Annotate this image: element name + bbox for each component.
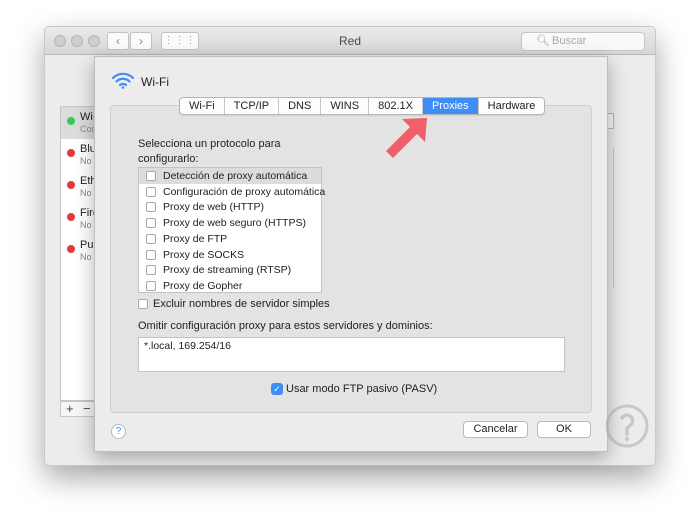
sheet-title: Wi-Fi bbox=[141, 75, 169, 89]
tab-hardware[interactable]: Hardware bbox=[479, 98, 545, 114]
protocol-row-http[interactable]: Proxy de web (HTTP) bbox=[139, 199, 321, 215]
network-item-ethernet[interactable]: Ethernet No conectado bbox=[61, 171, 94, 203]
protocol-label-text: Configuración de proxy automática bbox=[163, 185, 326, 198]
watermark-logo-icon bbox=[605, 404, 649, 448]
network-status: No conectado bbox=[80, 156, 94, 166]
network-item-thunderbolt[interactable]: Puente Thunderbolt No conectado bbox=[61, 235, 94, 267]
network-status: Conectado bbox=[80, 124, 94, 134]
network-item-bluetooth[interactable]: Bluetooth PAN No conectado bbox=[61, 139, 94, 171]
background-divider bbox=[608, 147, 614, 287]
add-service-button[interactable]: + bbox=[66, 401, 74, 416]
protocol-label-text: Proxy de Gopher bbox=[163, 279, 243, 292]
tab-proxies[interactable]: Proxies bbox=[422, 98, 479, 114]
tab-8021x[interactable]: 802.1X bbox=[369, 98, 423, 114]
protocol-label-text: Proxy de web seguro (HTTPS) bbox=[163, 217, 306, 230]
protocol-row-gopher[interactable]: Proxy de Gopher bbox=[139, 278, 321, 294]
protocol-row-https[interactable]: Proxy de web seguro (HTTPS) bbox=[139, 215, 321, 231]
protocol-list: Detección de proxy automática Configurac… bbox=[138, 167, 325, 294]
protocol-checkbox[interactable] bbox=[146, 202, 156, 213]
protocol-row-rtsp[interactable]: Proxy de streaming (RTSP) bbox=[139, 262, 321, 278]
protocol-label: Selecciona un protocolo para configurarl… bbox=[138, 138, 281, 165]
protocol-checkbox[interactable] bbox=[146, 186, 156, 197]
protocol-checkbox[interactable] bbox=[146, 265, 156, 276]
network-item-wifi[interactable]: Wi-Fi Conectado bbox=[61, 107, 94, 139]
proxies-sheet: Wi-Fi Wi-Fi TCP/IP DNS WINS 802.1X Proxi… bbox=[94, 56, 608, 452]
tab-wifi[interactable]: Wi-Fi bbox=[180, 98, 225, 114]
tab-dns[interactable]: DNS bbox=[279, 98, 322, 114]
network-name: FireWire bbox=[80, 207, 94, 219]
remove-service-button[interactable]: − bbox=[83, 401, 91, 416]
network-name: Bluetooth PAN bbox=[80, 143, 94, 155]
annotation-arrow-icon bbox=[386, 118, 427, 158]
tab-bar: Wi-Fi TCP/IP DNS WINS 802.1X Proxies Har… bbox=[179, 97, 546, 115]
network-item-firewire[interactable]: FireWire No conectado bbox=[61, 203, 94, 235]
protocol-label-text: Proxy de FTP bbox=[163, 232, 228, 245]
bypass-proxy-label: Omitir configuración proxy para estos se… bbox=[138, 320, 433, 332]
network-status: No conectado bbox=[80, 252, 94, 262]
protocol-checkbox[interactable] bbox=[146, 171, 156, 181]
protocol-row-socks[interactable]: Proxy de SOCKS bbox=[139, 247, 321, 263]
network-name: Wi-Fi bbox=[80, 111, 94, 123]
help-button[interactable]: ? bbox=[111, 424, 126, 439]
bypass-proxy-field[interactable]: *.local, 169.254/16 bbox=[138, 337, 565, 372]
network-status: No conectado bbox=[80, 188, 94, 198]
network-name: Puente Thunderbolt bbox=[80, 239, 94, 251]
network-status: No conectado bbox=[80, 220, 94, 230]
title-bar: ‹ › ⋮⋮⋮ Red 🔍︎ Buscar bbox=[45, 27, 655, 55]
status-dot-icon bbox=[67, 245, 75, 253]
background-control bbox=[608, 113, 614, 129]
exclude-simple-names-label: Excluir nombres de servidor simples bbox=[153, 298, 330, 310]
protocol-label-text: Proxy de SOCKS bbox=[163, 248, 245, 261]
tab-tcpip[interactable]: TCP/IP bbox=[225, 98, 280, 114]
protocol-checkbox[interactable] bbox=[146, 280, 156, 291]
protocol-row-auto-detect[interactable]: Detección de proxy automática bbox=[139, 168, 321, 184]
protocol-label-text: Proxy de web (HTTP) bbox=[163, 201, 264, 214]
ok-button[interactable]: OK bbox=[537, 421, 591, 438]
protocol-checkbox[interactable] bbox=[146, 249, 156, 260]
wifi-icon bbox=[111, 72, 135, 89]
checkmark-icon[interactable]: ✓ bbox=[271, 383, 283, 395]
protocol-checkbox[interactable] bbox=[146, 233, 156, 244]
protocol-row-ftp[interactable]: Proxy de FTP bbox=[139, 231, 321, 247]
search-icon: 🔍︎ bbox=[536, 35, 550, 47]
tab-wins[interactable]: WINS bbox=[321, 98, 370, 114]
list-controls: + − bbox=[60, 401, 95, 417]
search-placeholder: Buscar bbox=[552, 35, 587, 47]
passive-ftp-label: Usar modo FTP pasivo (PASV) bbox=[286, 383, 438, 395]
protocol-checkbox[interactable] bbox=[146, 218, 156, 229]
exclude-simple-names-checkbox[interactable] bbox=[138, 299, 148, 309]
network-name: Ethernet bbox=[80, 175, 94, 187]
status-dot-icon bbox=[67, 213, 75, 221]
status-dot-icon bbox=[67, 181, 75, 189]
protocol-row-auto-config[interactable]: Configuración de proxy automática bbox=[139, 184, 325, 200]
status-dot-icon bbox=[67, 117, 75, 125]
protocol-label-text: Proxy de streaming (RTSP) bbox=[163, 264, 292, 277]
network-service-list: Wi-Fi Conectado Bluetooth PAN No conecta… bbox=[60, 106, 95, 401]
search-field[interactable]: 🔍︎ Buscar bbox=[521, 32, 645, 51]
cancel-button[interactable]: Cancelar bbox=[463, 421, 528, 438]
status-dot-icon bbox=[67, 149, 75, 157]
protocol-label-text: Detección de proxy automática bbox=[163, 170, 308, 182]
